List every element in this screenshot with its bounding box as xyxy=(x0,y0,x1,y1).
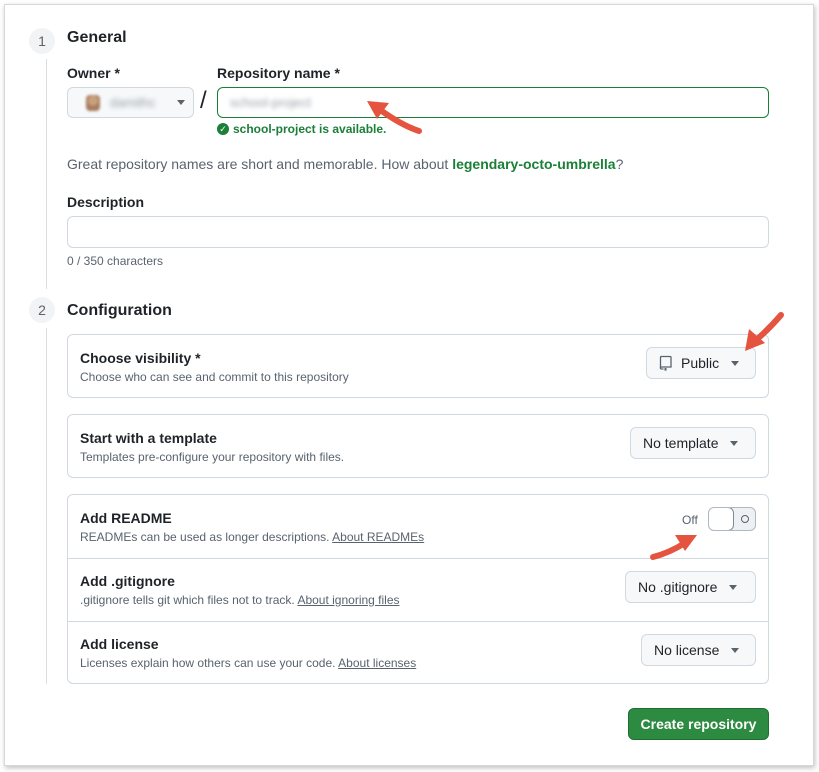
description-input[interactable] xyxy=(67,216,769,248)
suggestion-prefix: Great repository names are short and mem… xyxy=(67,156,453,172)
gitignore-title: Add .gitignore xyxy=(80,573,175,589)
gitignore-subtitle: .gitignore tells git which files not to … xyxy=(80,593,400,607)
section-title-general: General xyxy=(67,29,127,46)
readme-desc: READMEs can be used as longer descriptio… xyxy=(80,530,330,544)
timeline-line xyxy=(46,59,47,289)
license-desc: Licenses explain how others can use your… xyxy=(80,656,336,670)
repo-icon xyxy=(659,355,672,371)
visibility-subtitle: Choose who can see and commit to this re… xyxy=(80,370,349,384)
repo-name-value: school-project xyxy=(230,95,311,110)
check-circle-icon: ✓ xyxy=(217,123,229,135)
annotation-arrow xyxy=(745,312,784,351)
license-subtitle: Licenses explain how others can use your… xyxy=(80,656,416,670)
template-value: No template xyxy=(643,435,719,451)
step-number-2: 2 xyxy=(29,297,55,323)
suggested-name-link[interactable]: legendary-octo-umbrella xyxy=(452,156,615,172)
template-subtitle: Templates pre-configure your repository … xyxy=(80,450,345,464)
visibility-value: Public xyxy=(681,355,720,371)
template-card: Start with a template Templates pre-conf… xyxy=(67,414,769,478)
visibility-card: Choose visibility * Choose who can see a… xyxy=(67,334,769,398)
license-row: Add license Licenses explain how others … xyxy=(68,621,768,684)
about-readmes-link[interactable]: About READMEs xyxy=(332,530,424,544)
owner-select[interactable]: damithc xyxy=(67,87,194,118)
readme-title: Add README xyxy=(80,510,172,526)
name-suggestion: Great repository names are short and mem… xyxy=(67,156,623,172)
gitignore-row: Add .gitignore .gitignore tells git whic… xyxy=(68,558,768,621)
gitignore-dropdown[interactable]: No .gitignore xyxy=(625,571,756,603)
owner-name: damithc xyxy=(110,95,156,110)
license-title: Add license xyxy=(80,636,159,652)
section-title-configuration: Configuration xyxy=(67,302,172,319)
license-value: No license xyxy=(654,642,720,658)
chevron-down-icon xyxy=(177,100,185,105)
toggle-knob xyxy=(709,508,734,530)
gitignore-value: No .gitignore xyxy=(638,579,718,595)
owner-label: Owner * xyxy=(67,65,120,81)
license-dropdown[interactable]: No license xyxy=(641,634,756,666)
step-number-1: 1 xyxy=(29,28,55,54)
annotation-arrow xyxy=(650,535,697,560)
chevron-down-icon xyxy=(731,360,740,366)
readme-toggle-label: Off xyxy=(682,513,698,527)
readme-toggle[interactable] xyxy=(708,507,756,531)
timeline-line xyxy=(46,328,47,684)
gitignore-desc: .gitignore tells git which files not to … xyxy=(80,593,295,607)
create-repository-button[interactable]: Create repository xyxy=(628,708,769,740)
repo-name-label: Repository name * xyxy=(217,65,340,81)
about-licenses-link[interactable]: About licenses xyxy=(338,656,416,670)
description-label: Description xyxy=(67,194,145,210)
template-title: Start with a template xyxy=(80,430,217,446)
chevron-down-icon xyxy=(729,584,738,590)
readme-subtitle: READMEs can be used as longer descriptio… xyxy=(80,530,424,544)
toggle-off-icon xyxy=(741,515,749,523)
owner-repo-separator: / xyxy=(200,87,207,114)
repo-files-card: Add README READMEs can be used as longer… xyxy=(67,494,769,684)
chevron-down-icon xyxy=(730,440,739,446)
repo-name-input[interactable]: school-project xyxy=(217,87,769,118)
about-ignoring-files-link[interactable]: About ignoring files xyxy=(297,593,399,607)
create-repo-form: 1 General Owner * Repository name * dami… xyxy=(4,4,814,766)
description-char-count: 0 / 350 characters xyxy=(67,254,164,268)
annotation-arrow xyxy=(367,101,422,134)
template-dropdown[interactable]: No template xyxy=(630,427,756,459)
chevron-down-icon xyxy=(731,647,740,653)
visibility-title: Choose visibility * xyxy=(80,350,201,366)
avatar xyxy=(86,94,100,111)
suggestion-suffix: ? xyxy=(615,156,624,172)
